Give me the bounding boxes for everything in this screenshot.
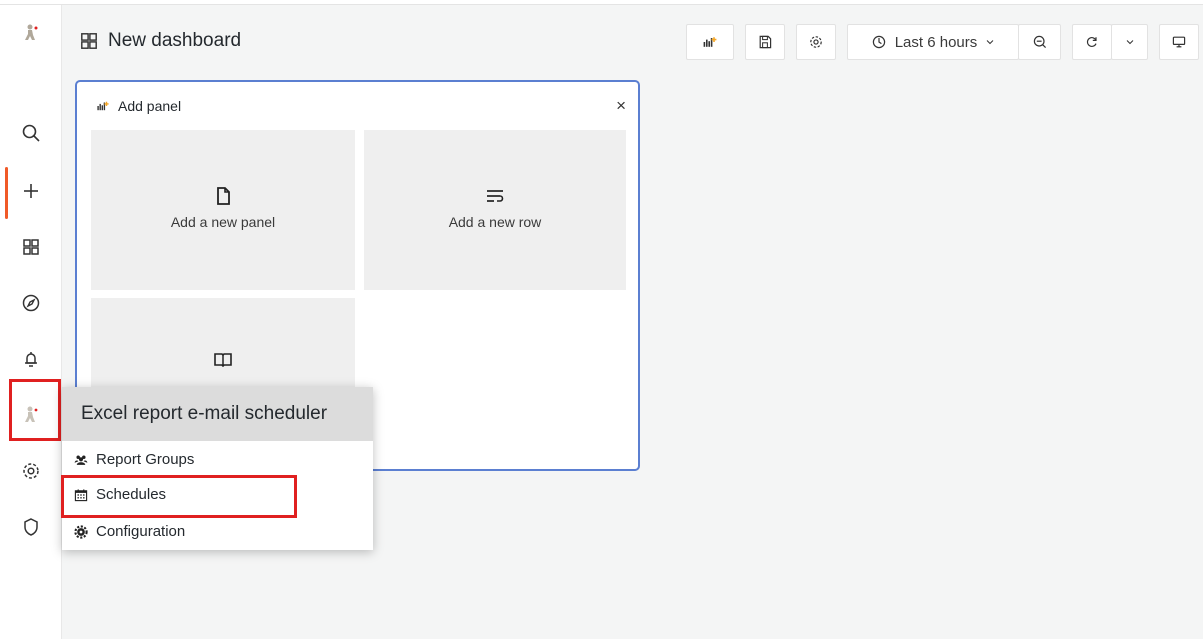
add-new-row-card[interactable]: Add a new row [364,130,626,290]
time-range-picker[interactable]: Last 6 hours [847,24,1019,60]
menu-item-configuration[interactable]: Configuration [70,523,185,540]
sidebar [0,5,62,639]
menu-item-label: Report Groups [96,451,195,468]
add-new-row-label: Add a new row [448,214,542,230]
shield-icon[interactable] [0,507,62,547]
add-new-panel-label: Add a new panel [170,214,276,230]
close-icon[interactable]: × [616,97,626,114]
users-icon [74,454,88,465]
dashboard-title-text: New dashboard [108,30,242,51]
add-new-panel-card[interactable]: Add a new panel [91,130,355,290]
app-root: New dashboard Last 6 hours Add panel × A… [0,0,1203,639]
save-dashboard-button[interactable] [745,24,785,60]
add-panel-icon [703,37,717,47]
cog-icon [74,524,88,539]
add-panel-button[interactable] [686,24,734,60]
app-logo-icon[interactable] [0,13,62,53]
add-row-icon [487,190,504,202]
time-range-label: Last 6 hours [894,33,978,51]
explore-compass-icon[interactable] [0,283,62,323]
refresh-icon [1086,37,1097,47]
file-icon [217,187,230,205]
plugin-menu-title: Excel report e-mail scheduler [62,387,373,441]
plugin-popup-menu: Excel report e-mail scheduler Report Gro… [62,387,373,550]
save-icon [759,35,772,49]
chevron-down-icon [1126,40,1133,45]
dashboard-title[interactable]: New dashboard [80,30,241,52]
monitor-icon [1172,36,1186,48]
top-border [0,0,1203,5]
zoom-out-icon [1033,35,1046,49]
refresh-interval-dropdown[interactable] [1111,24,1148,60]
active-indicator [5,167,8,219]
add-panel-title: Add panel [118,98,182,114]
alert-bell-icon[interactable] [0,339,62,379]
clock-icon [872,35,885,49]
scheduler-highlight-box [9,379,61,441]
zoom-out-button[interactable] [1018,24,1061,60]
dashboard-grid-icon [81,33,97,49]
gear-icon [810,36,822,48]
add-panel-header: Add panel [94,98,181,114]
dashboards-icon[interactable] [0,227,62,267]
chevron-down-icon [986,40,994,45]
add-panel-icon [97,101,109,111]
gear-icon[interactable] [0,451,62,491]
library-book-icon [214,353,232,368]
menu-item-report-groups[interactable]: Report Groups [70,451,194,468]
menu-item-label: Configuration [96,523,186,540]
search-icon[interactable] [0,113,62,153]
refresh-button[interactable] [1072,24,1112,60]
schedules-highlight-box [61,475,297,518]
tv-mode-button[interactable] [1159,24,1199,60]
plus-icon[interactable] [0,171,62,211]
dashboard-settings-button[interactable] [796,24,836,60]
